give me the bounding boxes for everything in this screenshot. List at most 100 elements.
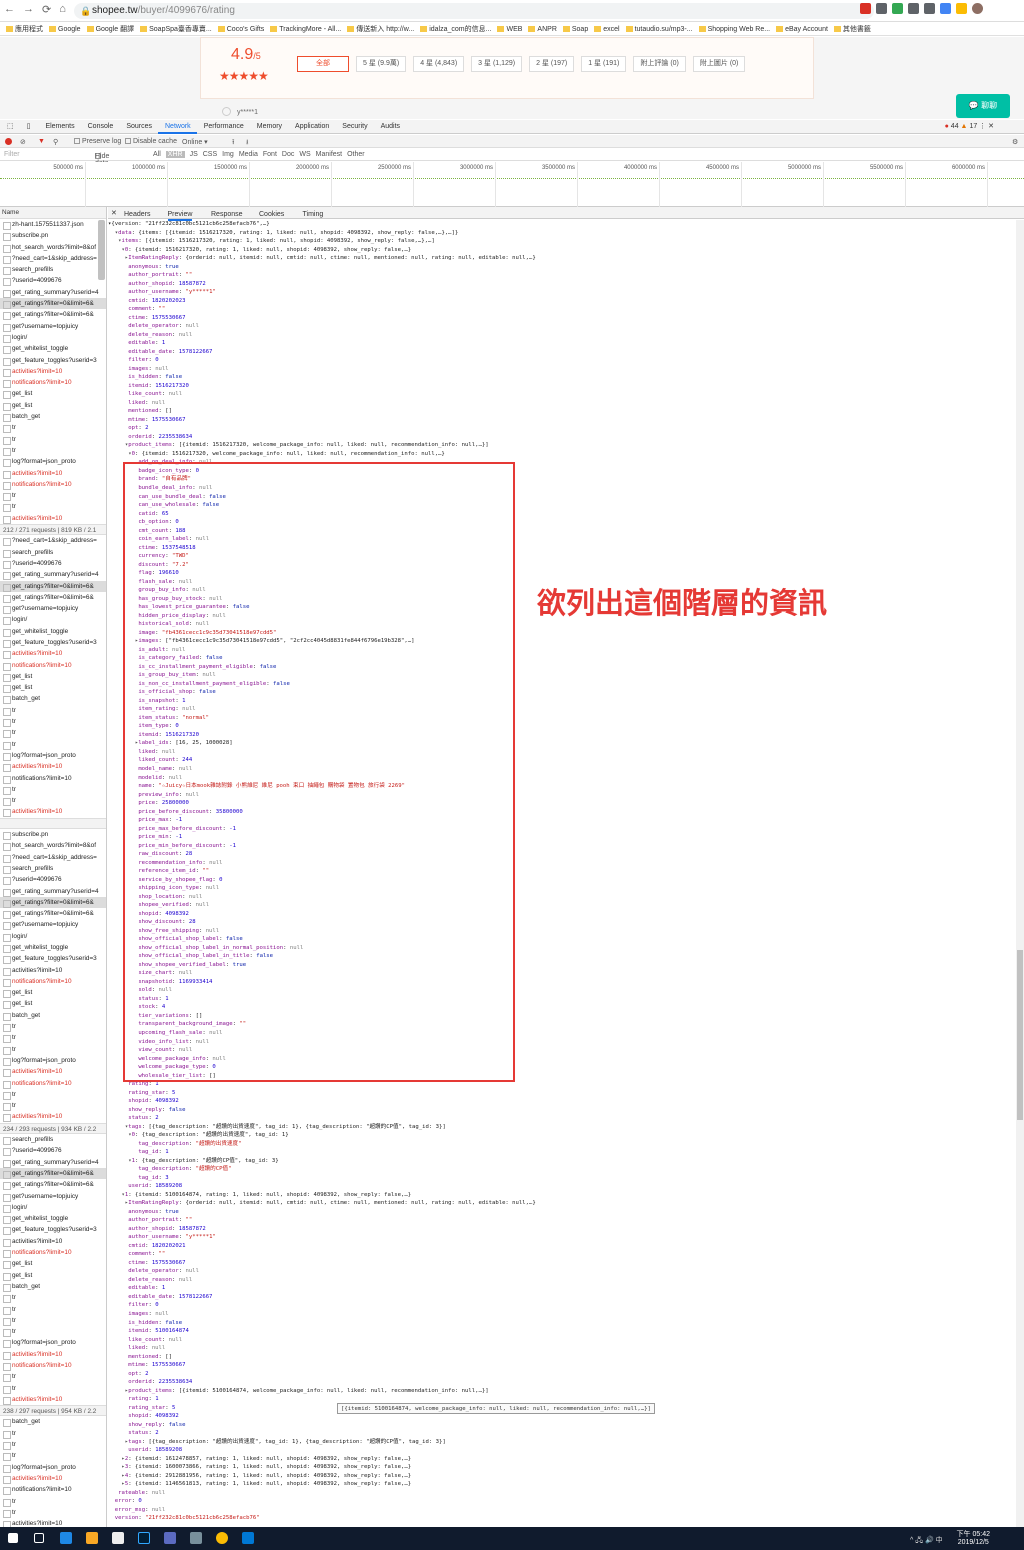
json-line[interactable]: comment: "" — [108, 305, 1016, 314]
request-row[interactable]: get_feature_toggles?userid=3 — [0, 953, 106, 965]
request-row[interactable]: get_ratings?filter=0&limit=6& — [0, 298, 106, 310]
json-line[interactable]: images: null — [108, 365, 1016, 374]
json-line[interactable]: rateable: null — [108, 1489, 1016, 1498]
task-view-icon[interactable] — [34, 1533, 44, 1543]
request-row[interactable]: tr — [0, 795, 106, 807]
rating-filter-button[interactable]: 2 星 (197) — [529, 56, 575, 72]
json-line[interactable]: tag_id: 1 — [108, 1148, 1016, 1157]
json-line[interactable]: mentioned: [] — [108, 1353, 1016, 1362]
request-row[interactable]: subscribe.pn — [0, 829, 106, 841]
type-filter-doc[interactable]: Doc — [282, 151, 294, 158]
extension-icon[interactable] — [892, 3, 903, 14]
bookmark-item[interactable]: TrackingMore - All... — [270, 26, 341, 33]
request-row[interactable]: notifications?limit=10 — [0, 1247, 106, 1259]
request-row[interactable]: activities?limit=10 — [0, 1349, 106, 1360]
request-row[interactable]: get_ratings?filter=0&limit=6& — [0, 896, 106, 909]
json-line[interactable]: author_username: "y*****1" — [108, 288, 1016, 297]
json-line[interactable]: status: 2 — [108, 1429, 1016, 1438]
request-row[interactable]: log?format=json_proto — [0, 1055, 106, 1067]
devtools-tab-elements[interactable]: Elements — [38, 121, 80, 134]
request-row[interactable]: tr — [0, 1044, 106, 1055]
bookmark-item[interactable]: 應用程式 — [6, 24, 43, 34]
json-line[interactable]: filter: 0 — [108, 356, 1016, 365]
request-row[interactable]: tr — [0, 1496, 106, 1507]
rating-filter-button[interactable]: 4 星 (4,843) — [413, 56, 465, 72]
detail-tab-timing[interactable]: Timing — [303, 211, 324, 218]
bookmark-item[interactable]: SoapSpa臺香專賣... — [140, 24, 212, 34]
clear-icon[interactable]: ⊘ — [20, 138, 26, 146]
extension-icon[interactable] — [956, 3, 967, 14]
json-line[interactable]: opt: 2 — [108, 1370, 1016, 1379]
search-icon[interactable]: ⚲ — [53, 138, 58, 146]
request-row[interactable]: hot_search_words?limit=8&of — [0, 242, 106, 253]
extension-icon[interactable] — [908, 3, 919, 14]
request-row[interactable]: get_list — [0, 400, 106, 412]
bookmark-item[interactable]: WEB — [497, 26, 522, 33]
json-line[interactable]: mtime: 1575530667 — [108, 1361, 1016, 1370]
request-row[interactable]: tr — [0, 705, 106, 717]
request-row[interactable]: log?format=json_proto — [0, 750, 106, 762]
json-line[interactable]: ctime: 1575530667 — [108, 314, 1016, 323]
json-line[interactable]: anonymous: true — [108, 1208, 1016, 1217]
json-line[interactable]: userid: 18589208 — [108, 1182, 1016, 1191]
chrome-icon[interactable] — [216, 1532, 228, 1544]
close-icon[interactable]: ✕ — [111, 209, 117, 217]
json-line[interactable]: ▸2: {itemid: 1612478857, rating: 1, like… — [108, 1455, 1016, 1464]
extension-icons[interactable] — [860, 3, 983, 14]
extension-icon[interactable] — [940, 3, 951, 14]
json-line[interactable]: cmtid: 1820202023 — [108, 297, 1016, 306]
throttle-select[interactable]: Online ▾ — [182, 138, 208, 146]
bookmark-item[interactable]: Google — [49, 26, 81, 33]
json-line[interactable]: opt: 2 — [108, 424, 1016, 433]
json-line[interactable]: delete_reason: null — [108, 1276, 1016, 1285]
json-line[interactable]: error: 0 — [108, 1497, 1016, 1506]
json-line[interactable]: author_shopid: 18587872 — [108, 280, 1016, 289]
request-row[interactable]: batch_get — [0, 411, 106, 423]
json-line[interactable]: anonymous: true — [108, 263, 1016, 272]
request-row[interactable]: get?username=topjuicy — [0, 603, 106, 615]
request-row[interactable]: notifications?limit=10 — [0, 1360, 106, 1372]
request-row[interactable]: batch_get — [0, 1281, 106, 1293]
json-line[interactable]: ▾0: {tag_description: "超讚的出貨速度", tag_id:… — [108, 1131, 1016, 1140]
nav-buttons[interactable]: ← → ⟳ ⌂ — [4, 3, 66, 16]
json-line[interactable]: editable: 1 — [108, 339, 1016, 348]
request-row[interactable]: search_prefills — [0, 1134, 106, 1146]
profile-avatar[interactable] — [972, 3, 983, 14]
request-row[interactable]: activities?limit=10 — [0, 1066, 106, 1078]
request-row[interactable]: get_feature_toggles?userid=3 — [0, 355, 106, 366]
json-line[interactable]: ▾product_items: [{itemid: 1516217320, we… — [108, 441, 1016, 450]
settings-gear-icon[interactable]: ⚙ — [1012, 138, 1018, 146]
request-row[interactable]: get_list — [0, 682, 106, 694]
extension-icon[interactable] — [924, 3, 935, 14]
detail-tab-response[interactable]: Response — [211, 211, 243, 218]
bookmark-item[interactable]: Shopping Web Re... — [699, 26, 771, 33]
request-row[interactable]: get_ratings?filter=0&limit=6& — [0, 908, 106, 920]
request-row[interactable]: get_feature_toggles?userid=3 — [0, 637, 106, 649]
request-row[interactable]: tr — [0, 1326, 106, 1338]
type-filter-xhr[interactable]: XHR — [165, 151, 185, 158]
bookmark-item[interactable]: 傳送新入 http://w... — [347, 24, 414, 34]
vscode-icon[interactable] — [242, 1532, 254, 1544]
type-filter-all[interactable]: All — [153, 151, 161, 158]
name-column-header[interactable]: Name — [0, 207, 106, 219]
type-filter-font[interactable]: Font — [263, 151, 277, 158]
request-row[interactable]: activities?limit=10 — [0, 648, 106, 660]
bookmark-item[interactable]: eBay Account — [776, 26, 828, 33]
request-row[interactable]: notifications?limit=10 — [0, 660, 106, 671]
export-har-icon[interactable]: ⭳ — [246, 138, 248, 149]
windows-start-icon[interactable] — [8, 1533, 18, 1543]
request-row[interactable]: zh-hant.1575511337.json — [0, 219, 106, 231]
request-row[interactable]: get_rating_summary?userid=4 — [0, 886, 106, 897]
request-row[interactable]: ?userid=4099676 — [0, 1145, 106, 1157]
photoshop-icon[interactable] — [138, 1532, 150, 1544]
request-row[interactable]: get_whitelist_toggle — [0, 942, 106, 954]
request-row[interactable]: get_feature_toggles?userid=3 — [0, 1224, 106, 1236]
bookmark-item[interactable]: idalza_com的信息... — [420, 24, 491, 34]
json-line[interactable]: itemid: 5100164874 — [108, 1327, 1016, 1336]
json-line[interactable]: ▸tags: [{tag_description: "超讚的出貨速度", tag… — [108, 1438, 1016, 1447]
devtools-tab-audits[interactable]: Audits — [374, 121, 406, 134]
json-line[interactable]: editable_date: 1578122667 — [108, 1293, 1016, 1302]
scrollbar[interactable] — [98, 220, 105, 280]
bookmark-item[interactable]: tutaudio.su/mp3-... — [626, 26, 693, 33]
json-line[interactable]: ▾{version: "21ff232c81c0bc5121cb6c258efa… — [108, 220, 1016, 229]
